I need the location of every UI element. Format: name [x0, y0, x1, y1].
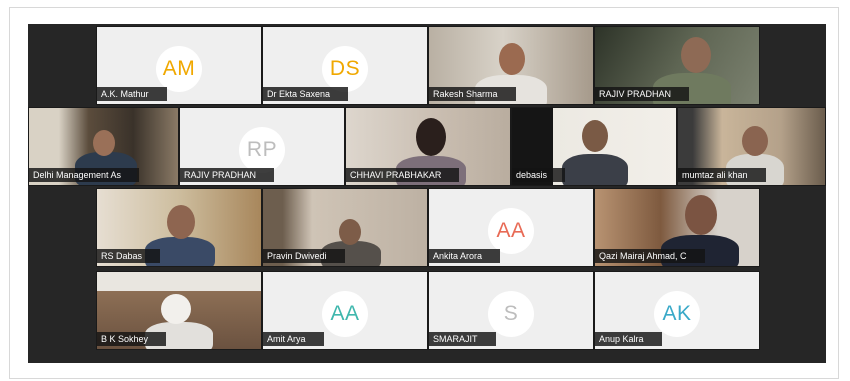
participant-name: Delhi Management As: [29, 168, 140, 182]
participant-tile[interactable]: AM A.K. Mathur: [96, 26, 262, 105]
participant-video-tile[interactable]: Delhi Management As: [28, 107, 179, 186]
person-silhouette: [416, 118, 446, 156]
person-silhouette: [681, 37, 711, 73]
participant-tile[interactable]: RP RAJIV PRADHAN: [179, 107, 345, 186]
participant-name: RAJIV PRADHAN: [595, 87, 690, 101]
participant-name: Amit Arya: [263, 332, 324, 346]
participant-video-tile[interactable]: CHHAVI PRABHAKAR: [345, 107, 511, 186]
participant-name: B K Sokhey: [97, 332, 167, 346]
participant-tile[interactable]: AA Ankita Arora: [428, 188, 594, 267]
avatar: AK: [654, 291, 700, 337]
participant-tile[interactable]: AA Amit Arya: [262, 271, 428, 350]
participant-name: Anup Kalra: [595, 332, 662, 346]
participant-tile[interactable]: DS Dr Ekta Saxena: [262, 26, 428, 105]
participant-video-tile[interactable]: debasis: [511, 107, 677, 186]
participant-video-tile[interactable]: RAJIV PRADHAN: [594, 26, 760, 105]
person-silhouette: [161, 294, 191, 324]
participant-name: Dr Ekta Saxena: [263, 87, 349, 101]
avatar: AA: [322, 291, 368, 337]
avatar: S: [488, 291, 534, 337]
participant-video-tile[interactable]: mumtaz ali khan: [677, 107, 826, 186]
participant-name: mumtaz ali khan: [678, 168, 766, 182]
participant-tile[interactable]: S SMARAJIT: [428, 271, 594, 350]
avatar: DS: [322, 46, 368, 92]
participant-video-tile[interactable]: RS Dabas: [96, 188, 262, 267]
video-gallery: AM A.K. Mathur DS Dr Ekta Saxena Rakesh …: [28, 24, 826, 363]
participant-name: Ankita Arora: [429, 249, 501, 263]
person-silhouette: [685, 195, 717, 235]
avatar: RP: [239, 127, 285, 173]
participant-name: A.K. Mathur: [97, 87, 167, 101]
person-silhouette: [499, 43, 525, 75]
person-silhouette: [562, 154, 628, 185]
participant-name: Rakesh Sharma: [429, 87, 516, 101]
participant-name: Qazi Mairaj Ahmad, C: [595, 249, 705, 263]
participant-video-tile[interactable]: B K Sokhey: [96, 271, 262, 350]
participant-name: Pravin Dwivedi: [263, 249, 345, 263]
participant-name: SMARAJIT: [429, 332, 496, 346]
participant-name: RAJIV PRADHAN: [180, 168, 275, 182]
person-silhouette: [167, 205, 195, 239]
participant-tile[interactable]: AK Anup Kalra: [594, 271, 760, 350]
participant-video-tile[interactable]: Rakesh Sharma: [428, 26, 594, 105]
participant-name: CHHAVI PRABHAKAR: [346, 168, 460, 182]
person-silhouette: [742, 126, 768, 156]
participant-video-tile[interactable]: Pravin Dwivedi: [262, 188, 428, 267]
person-silhouette: [582, 120, 608, 152]
avatar: AA: [488, 208, 534, 254]
avatar: AM: [156, 46, 202, 92]
participant-name: debasis: [512, 168, 566, 182]
participant-name: RS Dabas: [97, 249, 161, 263]
participant-video-tile[interactable]: Qazi Mairaj Ahmad, C: [594, 188, 760, 267]
person-silhouette: [93, 130, 115, 156]
person-silhouette: [339, 219, 361, 245]
